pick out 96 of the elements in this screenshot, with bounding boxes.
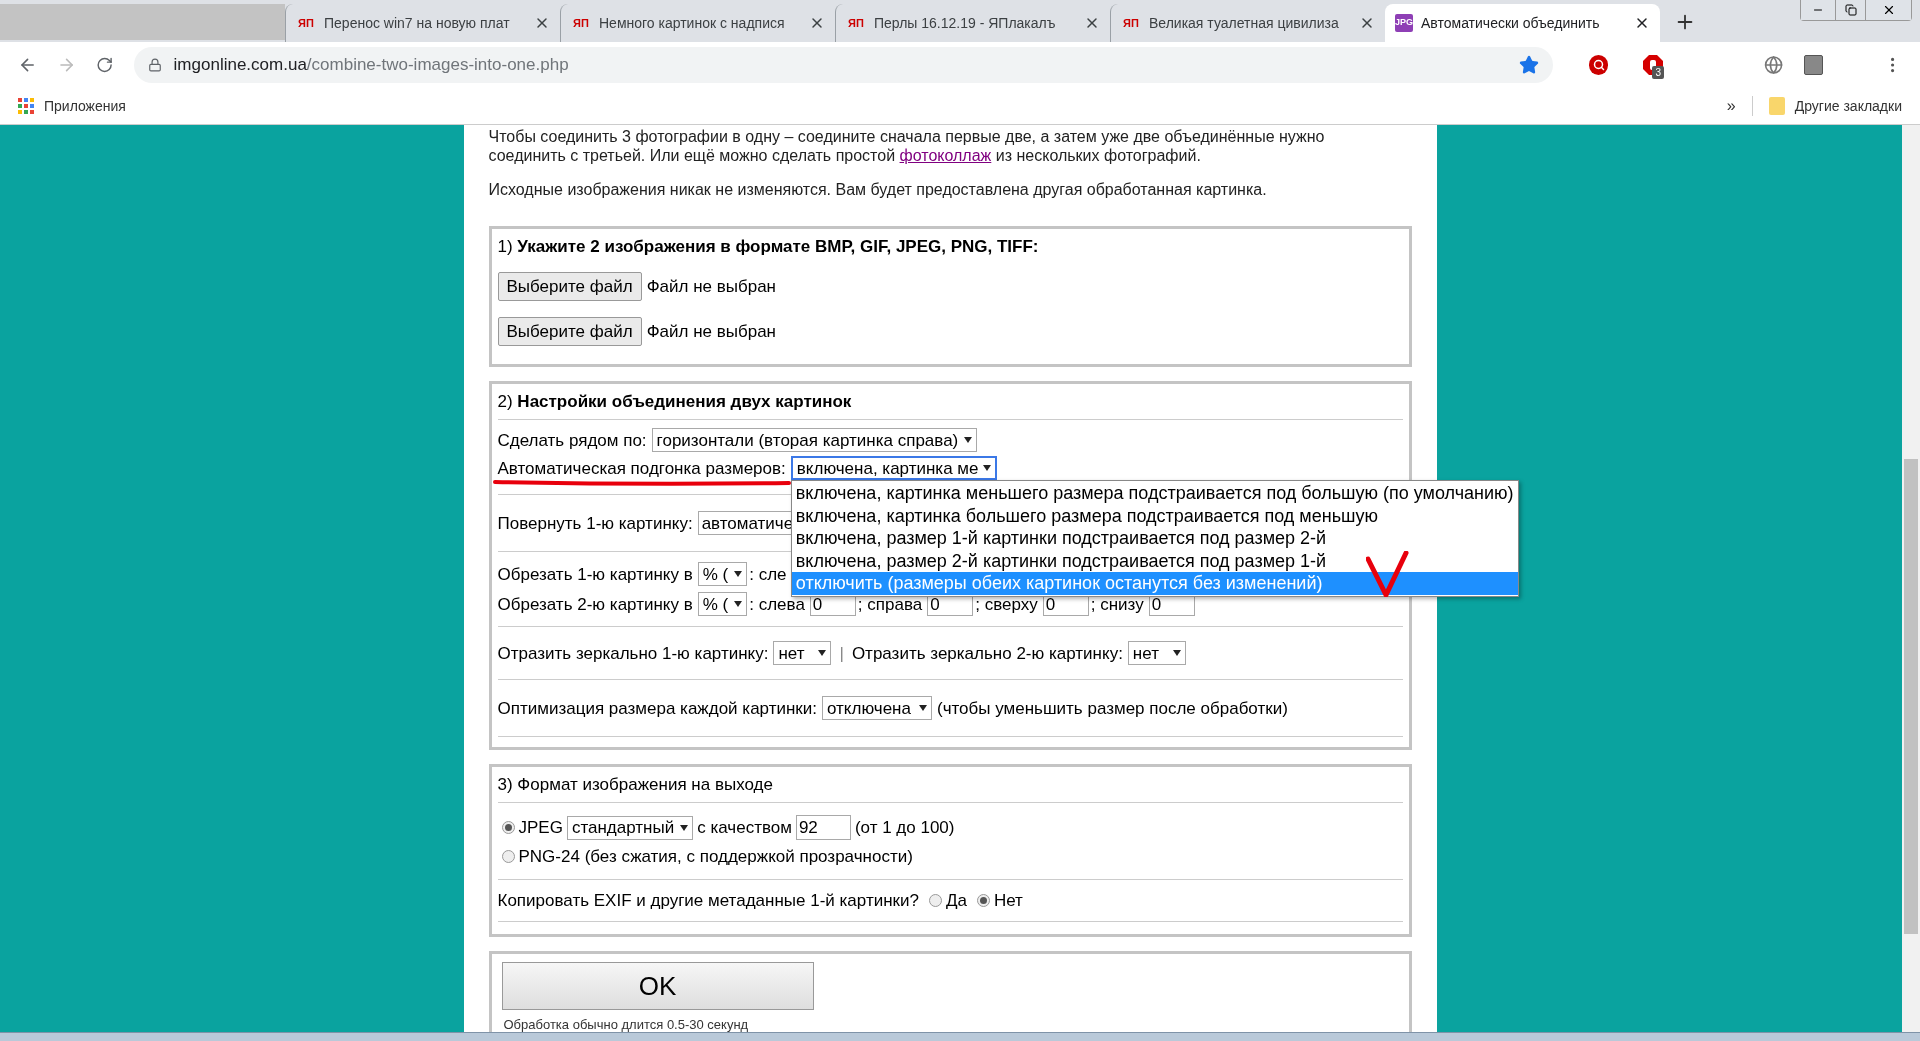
lock-icon <box>147 58 162 72</box>
label: Повернуть 1-ю картинку: <box>497 512 693 534</box>
check-mark-drawing <box>1365 551 1410 597</box>
dropdown-option[interactable]: включена, картинка меньшего размера подстраивается под большую (по умолчанию) <box>791 482 1518 505</box>
scrollbar-thumb[interactable] <box>1904 459 1918 934</box>
close-icon[interactable] <box>1634 15 1650 31</box>
dropdown[interactable]: автоматиче <box>697 511 794 535</box>
caret-icon <box>964 437 973 443</box>
restore-icon <box>1844 4 1857 16</box>
paragraph: Чтобы соединить 3 фотографии в одну – соедините сначала первые две, а затем уже две объединённые нужно соединить с третьей. Или ещё можно сделать простой фотоколлаж из нескольких фотографий. <box>488 127 1326 165</box>
label: Сделать рядом по: <box>497 429 647 451</box>
radio-button[interactable] <box>501 850 515 863</box>
dropdown-option[interactable]: включена, размер 2-й картинки подстраивается под размер 1-й <box>791 549 1518 572</box>
quality-field[interactable]: 92 <box>795 815 851 840</box>
favicon: JPG <box>1395 14 1413 32</box>
tab-title: Перенос win7 на новую плат <box>324 13 511 33</box>
close-button[interactable] <box>1865 0 1911 20</box>
link[interactable]: фотоколлаж <box>899 147 992 164</box>
choose-file-button[interactable]: Выберите файл <box>497 272 642 301</box>
file-status: Файл не выбран <box>646 321 776 342</box>
caret-icon <box>734 601 743 607</box>
tab-title: Великая туалетная цивилиза <box>1149 13 1340 33</box>
dropdown[interactable]: горизонтали (вторая картинка справа) <box>651 428 978 452</box>
note: Обработка обычно длится 0.5-30 секунд <box>503 1016 750 1032</box>
dropdown[interactable]: включена, картинка ме <box>790 456 997 480</box>
label: Оптимизация размера каждой картинки: <box>497 697 817 719</box>
address-bar[interactable]: imgonline.com.ua/combine-two-images-into-one.php <box>133 47 1554 83</box>
file-status: Файл не выбран <box>646 276 776 297</box>
dropdown[interactable]: нет <box>1127 641 1186 665</box>
badge: 3 <box>1652 66 1664 79</box>
label: Нет <box>993 890 1023 911</box>
image-search-extension-icon[interactable] <box>1803 55 1823 75</box>
browser-tab[interactable]: JPG Автоматически объединить <box>1385 4 1660 42</box>
dropdown[interactable]: стандартный <box>566 815 694 840</box>
dropdown[interactable]: % ( <box>697 592 748 616</box>
apps-link[interactable]: Приложения <box>44 95 126 117</box>
label: ; справа <box>857 593 923 615</box>
label: ; сверху <box>975 593 1038 615</box>
caret-icon <box>680 824 689 831</box>
label: Копировать EXIF и другие метаданные 1-й картинки? <box>497 890 919 911</box>
radio-button[interactable] <box>501 821 515 834</box>
label: Автоматическая подгонка размеров: <box>497 457 786 479</box>
reload-icon[interactable] <box>96 56 114 74</box>
label: (от 1 до 100) <box>854 817 955 838</box>
favicon: ЯП <box>572 15 590 31</box>
label: с качеством <box>697 817 792 838</box>
caret-icon <box>919 705 927 711</box>
label: JPEG <box>518 817 563 838</box>
dropdown[interactable]: % ( <box>697 562 748 586</box>
label: Отразить зеркально 2-ю картинку: <box>851 642 1123 664</box>
more-bookmarks-button[interactable]: » <box>1726 94 1736 118</box>
search-extension-icon[interactable] <box>1589 55 1609 75</box>
caret-icon <box>1172 650 1181 656</box>
favicon: ЯП <box>297 15 315 31</box>
favicon: ЯП <box>1122 15 1140 31</box>
close-icon[interactable] <box>809 15 825 31</box>
tab-title: Немного картинок с надпися <box>599 13 786 33</box>
caret-icon <box>734 571 743 577</box>
label: (чтобы уменьшить размер после обработки) <box>937 697 1288 719</box>
close-icon[interactable] <box>534 15 550 31</box>
dropdown[interactable]: отключена <box>822 696 932 720</box>
label: Обрезать 2-ю картинку в <box>497 593 693 615</box>
radio-button[interactable] <box>928 894 942 907</box>
section-title: 1) Укажите 2 изображения в формате BMP, GIF, JPEG, PNG, TIFF: <box>497 236 1040 258</box>
label: Да <box>945 890 967 911</box>
label: : сле <box>749 563 787 585</box>
url-text: imgonline.com.ua/combine-two-images-into-one.php <box>173 54 569 77</box>
dropdown-option[interactable]: включена, картинка большего размера подстраивается под меньшую <box>791 504 1518 527</box>
section-title: 3) Формат изображения на выходе <box>497 774 774 796</box>
label: : слева <box>749 593 805 615</box>
separator: | <box>839 642 844 664</box>
close-icon[interactable] <box>1084 15 1100 31</box>
dropdown-option[interactable]: включена, размер 1-й картинки подстраивается под размер 2-й <box>791 527 1518 550</box>
bookmark-star-icon[interactable] <box>1519 55 1540 75</box>
scrollbar[interactable] <box>1902 125 1920 1032</box>
paragraph: Исходные изображения никак не изменяются. Вам будет предоставлена другая обработанная картинка. <box>488 180 1268 199</box>
stop-extension-icon[interactable]: 3 <box>1642 54 1665 76</box>
caret-icon <box>982 465 991 471</box>
tab-title: Перлы 16.12.19 - ЯПлакалъ <box>874 13 1057 33</box>
apps-icon[interactable] <box>18 98 34 114</box>
folder-icon <box>1768 97 1785 115</box>
label: Отразить зеркально 1-ю картинку: <box>497 642 769 664</box>
bookmark-folder[interactable]: Другие закладки <box>1794 95 1902 117</box>
globe-icon[interactable] <box>1764 55 1784 75</box>
label: Обрезать 1-ю картинку в <box>497 563 693 585</box>
favicon: ЯП <box>847 15 865 31</box>
radio-button[interactable] <box>976 894 990 907</box>
tab-title: Автоматически объединить <box>1421 13 1601 33</box>
ok-button[interactable]: OK <box>501 962 814 1010</box>
dropdown[interactable]: нет <box>773 641 832 665</box>
section-title: 2) Настройки объединения двух картинок <box>497 391 853 413</box>
caret-icon <box>818 650 827 656</box>
close-icon[interactable] <box>1359 15 1375 31</box>
label: ; снизу <box>1090 593 1144 615</box>
choose-file-button[interactable]: Выберите файл <box>497 317 642 346</box>
label: PNG-24 (без сжатия, с поддержкой прозрачности) <box>518 846 913 867</box>
